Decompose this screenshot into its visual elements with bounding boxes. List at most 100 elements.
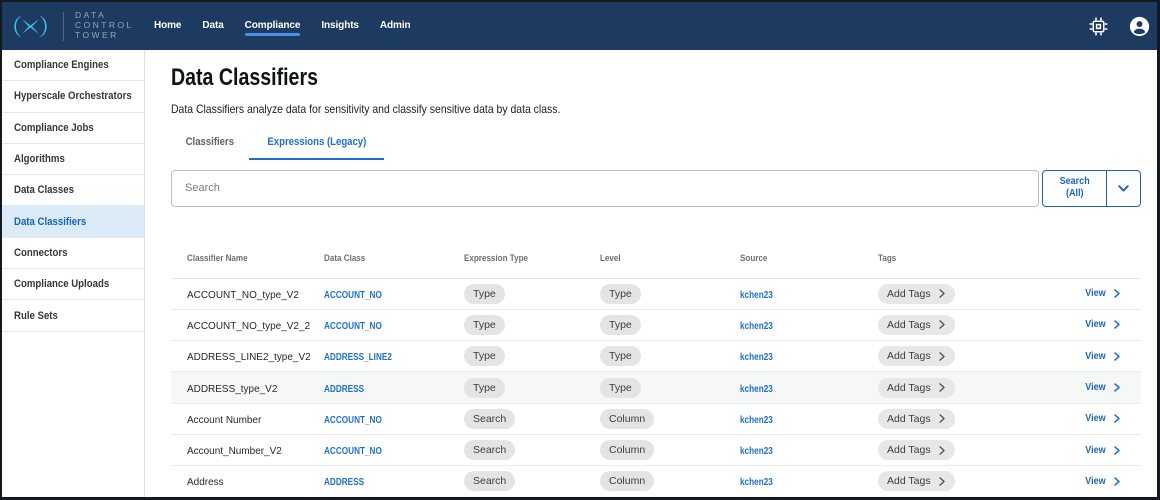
cell-source: kchen23 (724, 441, 862, 459)
chevron-right-icon (1114, 320, 1120, 329)
user-account-icon[interactable] (1129, 16, 1150, 37)
data-class-link[interactable]: ACCOUNT_NO (324, 321, 382, 332)
view-label: View (1086, 445, 1106, 456)
cell-source: kchen23 (724, 410, 862, 428)
view-label: View (1086, 351, 1106, 362)
add-tags-button[interactable]: Add Tags (878, 409, 955, 429)
sidebar-item[interactable]: Compliance Jobs (2, 113, 144, 144)
search-input[interactable] (171, 170, 1039, 207)
view-button[interactable]: View (994, 476, 1141, 487)
chevron-right-icon (1114, 414, 1120, 423)
cell-expression-type: Type (448, 315, 584, 335)
sidebar-item-label: Compliance Jobs (14, 122, 94, 134)
chevron-right-icon (939, 320, 945, 329)
chevron-right-icon (939, 446, 945, 455)
search-all-label-line1: Search (1059, 176, 1089, 189)
nav-item-label: Data (202, 20, 223, 31)
add-tags-button[interactable]: Add Tags (878, 315, 955, 335)
sidebar-item[interactable]: Data Classes (2, 175, 144, 206)
expression-type-badge: Search (464, 409, 515, 429)
cell-tags: Add Tags (862, 471, 994, 491)
data-class-link[interactable]: ACCOUNT_NO (324, 415, 382, 426)
level-badge: Column (600, 471, 654, 491)
nav-item[interactable]: Compliance (245, 2, 301, 50)
view-button[interactable]: View (994, 445, 1141, 456)
cell-tags: Add Tags (862, 378, 994, 398)
sidebar-item-label: Compliance Uploads (14, 278, 109, 290)
cell-source: kchen23 (724, 316, 862, 334)
view-label: View (1086, 288, 1106, 299)
view-label: View (1086, 476, 1106, 487)
nav-item[interactable]: Home (154, 2, 181, 50)
column-header: Level (584, 248, 724, 266)
level-badge: Type (600, 378, 641, 398)
tab-label: Expressions (Legacy) (267, 136, 366, 148)
delphix-logo-icon (11, 14, 50, 39)
add-tags-button[interactable]: Add Tags (878, 440, 955, 460)
view-button[interactable]: View (994, 351, 1141, 362)
data-class-link[interactable]: ACCOUNT_NO (324, 290, 382, 301)
search-all-button[interactable]: Search (All) (1043, 171, 1107, 206)
data-class-link[interactable]: ADDRESS (324, 384, 364, 395)
search-options-dropdown[interactable] (1107, 171, 1140, 206)
add-tags-label: Add Tags (887, 382, 931, 394)
cell-classifier-name: ADDRESS_LINE2_type_V2 (171, 347, 308, 365)
add-tags-button[interactable]: Add Tags (878, 471, 955, 491)
nav-item[interactable]: Insights (321, 2, 359, 50)
sidebar-item[interactable]: Compliance Uploads (2, 269, 144, 300)
page-title: Data Classifiers (171, 66, 1141, 90)
view-button[interactable]: View (994, 382, 1141, 393)
column-header-label: Tags (878, 253, 896, 264)
cell-level: Column (584, 471, 724, 491)
data-class-link[interactable]: ADDRESS (324, 477, 364, 488)
cell-level: Type (584, 378, 724, 398)
chevron-right-icon (1114, 477, 1120, 486)
source-link[interactable]: kchen23 (740, 384, 773, 395)
cell-tags: Add Tags (862, 440, 994, 460)
sidebar-item[interactable]: Compliance Engines (2, 50, 144, 81)
view-button[interactable]: View (994, 319, 1141, 330)
nav-item[interactable]: Admin (380, 2, 411, 50)
cell-classifier-name: ACCOUNT_NO_type_V2_2 (171, 316, 308, 334)
tab[interactable]: Expressions (Legacy) (249, 126, 385, 160)
add-tags-button[interactable]: Add Tags (878, 284, 955, 304)
add-tags-button[interactable]: Add Tags (878, 378, 955, 398)
cell-level: Type (584, 346, 724, 366)
view-label: View (1086, 413, 1106, 424)
cell-source: kchen23 (724, 472, 862, 490)
table-row: ACCOUNT_NO_type_V2_2 ACCOUNT_NO Type Typ… (171, 310, 1141, 341)
cell-level: Type (584, 284, 724, 304)
cell-tags: Add Tags (862, 346, 994, 366)
view-button[interactable]: View (994, 288, 1141, 299)
api-chip-icon[interactable] (1089, 17, 1108, 36)
chevron-right-icon (1114, 352, 1120, 361)
source-link[interactable]: kchen23 (740, 352, 773, 363)
sidebar-item[interactable]: Connectors (2, 238, 144, 269)
chevron-right-icon (939, 477, 945, 486)
source-link[interactable]: kchen23 (740, 446, 773, 457)
main-content: Data Classifiers Data Classifiers analyz… (145, 50, 1157, 497)
classifier-name-text: ACCOUNT_NO_type_V2_2 (187, 320, 310, 332)
sidebar-item[interactable]: Algorithms (2, 144, 144, 175)
cell-expression-type: Type (448, 284, 584, 304)
cell-expression-type: Search (448, 409, 584, 429)
nav-item[interactable]: Data (202, 2, 223, 50)
data-class-link[interactable]: ACCOUNT_NO (324, 446, 382, 457)
column-header-label: Source (740, 253, 767, 264)
tab[interactable]: Classifiers (171, 126, 249, 160)
source-link[interactable]: kchen23 (740, 415, 773, 426)
tab-label: Classifiers (186, 136, 234, 148)
source-link[interactable]: kchen23 (740, 477, 773, 488)
expression-type-badge: Type (464, 315, 505, 335)
chevron-right-icon (939, 289, 945, 298)
top-navigation-bar: DATA CONTROL TOWER Home Data Compliance … (2, 2, 1157, 50)
classifier-name-text: ACCOUNT_NO_type_V2 (187, 289, 299, 301)
sidebar-item[interactable]: Rule Sets (2, 300, 144, 331)
add-tags-button[interactable]: Add Tags (878, 346, 955, 366)
sidebar-item[interactable]: Data Classifiers (2, 206, 144, 237)
view-button[interactable]: View (994, 413, 1141, 424)
sidebar-item[interactable]: Hyperscale Orchestrators (2, 81, 144, 112)
source-link[interactable]: kchen23 (740, 321, 773, 332)
data-class-link[interactable]: ADDRESS_LINE2 (324, 352, 392, 363)
source-link[interactable]: kchen23 (740, 290, 773, 301)
